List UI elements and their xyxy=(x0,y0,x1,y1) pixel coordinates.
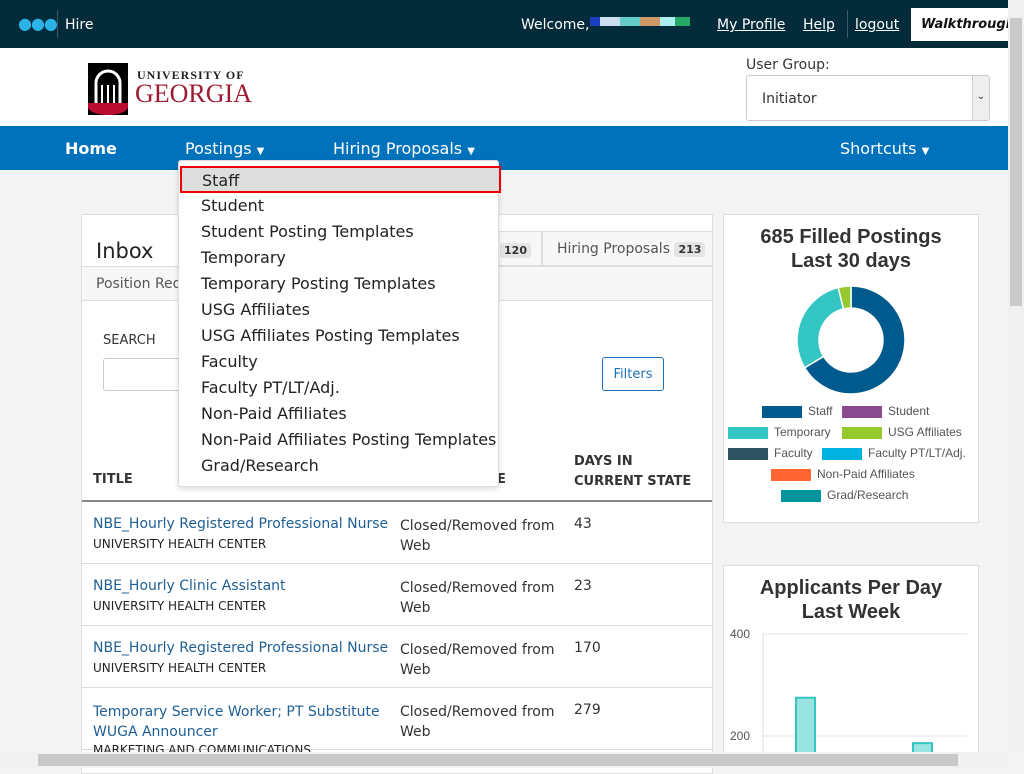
posting-title-link[interactable]: NBE_Hourly Registered Professional Nurse xyxy=(93,516,388,532)
vertical-scrollbar[interactable] xyxy=(1008,0,1024,752)
top-bar: ●●● Hire Welcome, My Profile Help logout… xyxy=(0,0,1015,48)
postings-menu-item[interactable]: USG Affiliates xyxy=(201,300,310,319)
y-tick-label: 400 xyxy=(730,627,750,641)
legend-swatch xyxy=(781,489,821,502)
horizontal-scrollbar[interactable] xyxy=(0,752,1008,768)
tab-hiring-proposals[interactable]: Hiring Proposals 213 xyxy=(542,231,712,266)
filters-button[interactable]: Filters xyxy=(602,357,664,391)
table-row: NBE_Hourly Clinic Assistant UNIVERSITY H… xyxy=(82,564,712,626)
postings-menu-item[interactable]: USG Affiliates Posting Templates xyxy=(201,326,460,345)
legend-item[interactable]: Faculty PT/LT/Adj. xyxy=(822,446,966,460)
postings-menu-item[interactable]: Staff xyxy=(180,166,501,193)
filled-postings-card: 685 Filled Postings Last 30 days Staff St… xyxy=(723,214,979,523)
postings-menu-item[interactable]: Faculty xyxy=(201,352,258,371)
state: Closed/Removed from Web xyxy=(400,642,555,678)
inbox-title: Inbox xyxy=(96,239,154,263)
legend-swatch xyxy=(728,426,768,439)
posting-title-link[interactable]: NBE_Hourly Registered Professional Nurse xyxy=(93,640,388,656)
days-in-state: 43 xyxy=(574,516,592,532)
department: UNIVERSITY HEALTH CENTER xyxy=(93,661,267,675)
postings-menu-item[interactable]: Student xyxy=(201,196,264,215)
bar-chart: 400 200 xyxy=(730,627,967,764)
legend-swatch xyxy=(771,468,811,481)
user-group-select[interactable]: Initiator ⌄ xyxy=(746,75,990,121)
legend-swatch xyxy=(728,447,768,460)
legend-swatch xyxy=(842,405,882,418)
days-in-state: 23 xyxy=(574,578,592,594)
logout-link[interactable]: logout xyxy=(855,17,899,33)
donut-chart xyxy=(796,285,906,395)
postings-dropdown: Staff Student Student Posting Templates Tem… xyxy=(178,160,501,487)
postings-menu-item[interactable]: Non-Paid Affiliates Posting Templates xyxy=(201,430,496,449)
postings-menu-item[interactable]: Grad/Research xyxy=(201,456,319,475)
legend-item[interactable]: Faculty xyxy=(728,446,813,460)
chart-subtitle: Last 30 days xyxy=(790,250,912,272)
walkthrough-button[interactable]: Walkthrough xyxy=(911,8,1015,41)
postings-menu-item[interactable]: Temporary xyxy=(201,248,286,267)
days-in-state: 279 xyxy=(574,702,601,718)
department: UNIVERSITY HEALTH CENTER xyxy=(93,599,267,613)
legend-item[interactable]: Grad/Research xyxy=(781,488,908,502)
search-label: SEARCH xyxy=(103,333,156,348)
applicants-card: Applicants Per Day Last Week 400 200 xyxy=(723,565,979,765)
apps-menu-icon[interactable]: ●●● xyxy=(18,14,58,33)
legend-item[interactable]: Non-Paid Affiliates xyxy=(771,467,915,481)
legend-item[interactable]: USG Affiliates xyxy=(842,425,962,439)
main-nav: Home Postings ▼ Hiring Proposals ▼ Short… xyxy=(0,126,1008,170)
state: Closed/Removed from Web xyxy=(400,580,555,616)
table-row: Temporary Service Worker; PT Substitute … xyxy=(82,688,712,757)
caret-down-icon: ▼ xyxy=(256,146,265,157)
posting-title-link[interactable]: NBE_Hourly Clinic Assistant xyxy=(93,578,286,594)
help-link[interactable]: Help xyxy=(803,17,835,33)
nav-home[interactable]: Home xyxy=(65,139,117,158)
redacted-username xyxy=(590,17,690,26)
nav-postings[interactable]: Postings ▼ xyxy=(185,139,264,158)
app-name: Hire xyxy=(65,17,94,33)
days-in-state: 170 xyxy=(574,640,601,656)
welcome-text: Welcome, xyxy=(521,17,590,33)
posting-title-link[interactable]: Temporary Service Worker; PT Substitute … xyxy=(93,702,383,742)
column-days[interactable]: DAYS IN CURRENT STATE xyxy=(574,452,704,492)
user-group-label: User Group: xyxy=(746,57,830,73)
nav-shortcuts[interactable]: Shortcuts ▼ xyxy=(840,139,929,158)
slice-temporary[interactable] xyxy=(796,286,845,369)
table-row: NBE_Hourly Registered Professional Nurse… xyxy=(82,626,712,688)
postings-menu-item[interactable]: Student Posting Templates xyxy=(201,222,414,241)
postings-menu-item[interactable]: Non-Paid Affiliates xyxy=(201,404,347,423)
legend-item[interactable]: Temporary xyxy=(728,425,831,439)
legend-swatch xyxy=(762,405,802,418)
department: UNIVERSITY HEALTH CENTER xyxy=(93,537,267,551)
nav-hiring-proposals[interactable]: Hiring Proposals ▼ xyxy=(333,139,475,158)
uga-logo[interactable]: UNIVERSITY OF GEORGIA xyxy=(88,63,263,118)
postings-menu-item[interactable]: Temporary Posting Templates xyxy=(201,274,436,293)
postings-menu-item[interactable]: Faculty PT/LT/Adj. xyxy=(201,378,340,397)
column-title[interactable]: TITLE xyxy=(93,472,133,487)
my-profile-link[interactable]: My Profile xyxy=(717,17,785,33)
caret-down-icon: ▼ xyxy=(921,146,930,157)
state: Closed/Removed from Web xyxy=(400,518,555,554)
site-header: UNIVERSITY OF GEORGIA User Group: Initia… xyxy=(0,48,1008,126)
y-tick-label: 200 xyxy=(730,729,750,743)
legend-swatch xyxy=(842,426,882,439)
chevron-down-icon: ⌄ xyxy=(972,76,989,120)
legend-item[interactable]: Staff xyxy=(762,404,832,418)
legend-swatch xyxy=(822,447,862,460)
legend-item[interactable]: Student xyxy=(842,404,929,418)
table-row: NBE_Hourly Registered Professional Nurse… xyxy=(82,502,712,564)
state: Closed/Removed from Web xyxy=(400,704,555,740)
caret-down-icon: ▼ xyxy=(467,146,475,157)
chart-title: 685 Filled Postings xyxy=(760,226,942,248)
